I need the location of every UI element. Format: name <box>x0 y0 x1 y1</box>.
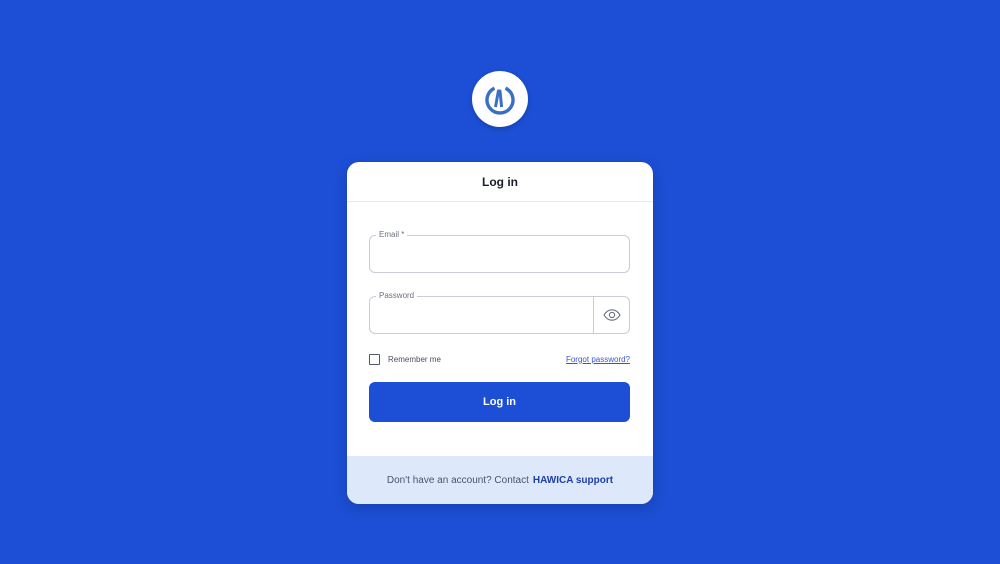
eye-icon <box>602 309 621 321</box>
support-link[interactable]: HAWICA support <box>533 475 613 486</box>
login-page: Log in Email * Password Remember me Forg… <box>0 0 1000 564</box>
login-card: Log in Email * Password Remember me Forg… <box>347 162 653 504</box>
email-field[interactable]: Email * <box>369 229 630 273</box>
forgot-password-link[interactable]: Forgot password? <box>566 355 630 364</box>
card-title: Log in <box>482 174 518 189</box>
options-row: Remember me Forgot password? <box>369 352 630 366</box>
email-input[interactable] <box>370 236 629 272</box>
footer-text: Don't have an account? Contact <box>386 474 529 486</box>
power-w-icon <box>485 86 515 115</box>
card-header: Log in <box>347 162 653 202</box>
password-field[interactable]: Password <box>369 290 630 334</box>
remember-me-checkbox[interactable] <box>369 353 380 365</box>
remember-me[interactable]: Remember me <box>369 353 441 365</box>
remember-me-label: Remember me <box>388 354 441 364</box>
card-footer: Don't have an account? Contact HAWICA su… <box>347 456 653 504</box>
app-logo <box>472 71 528 127</box>
password-input[interactable] <box>370 297 596 333</box>
show-password-button[interactable] <box>593 297 629 333</box>
login-button[interactable]: Log in <box>369 382 630 422</box>
